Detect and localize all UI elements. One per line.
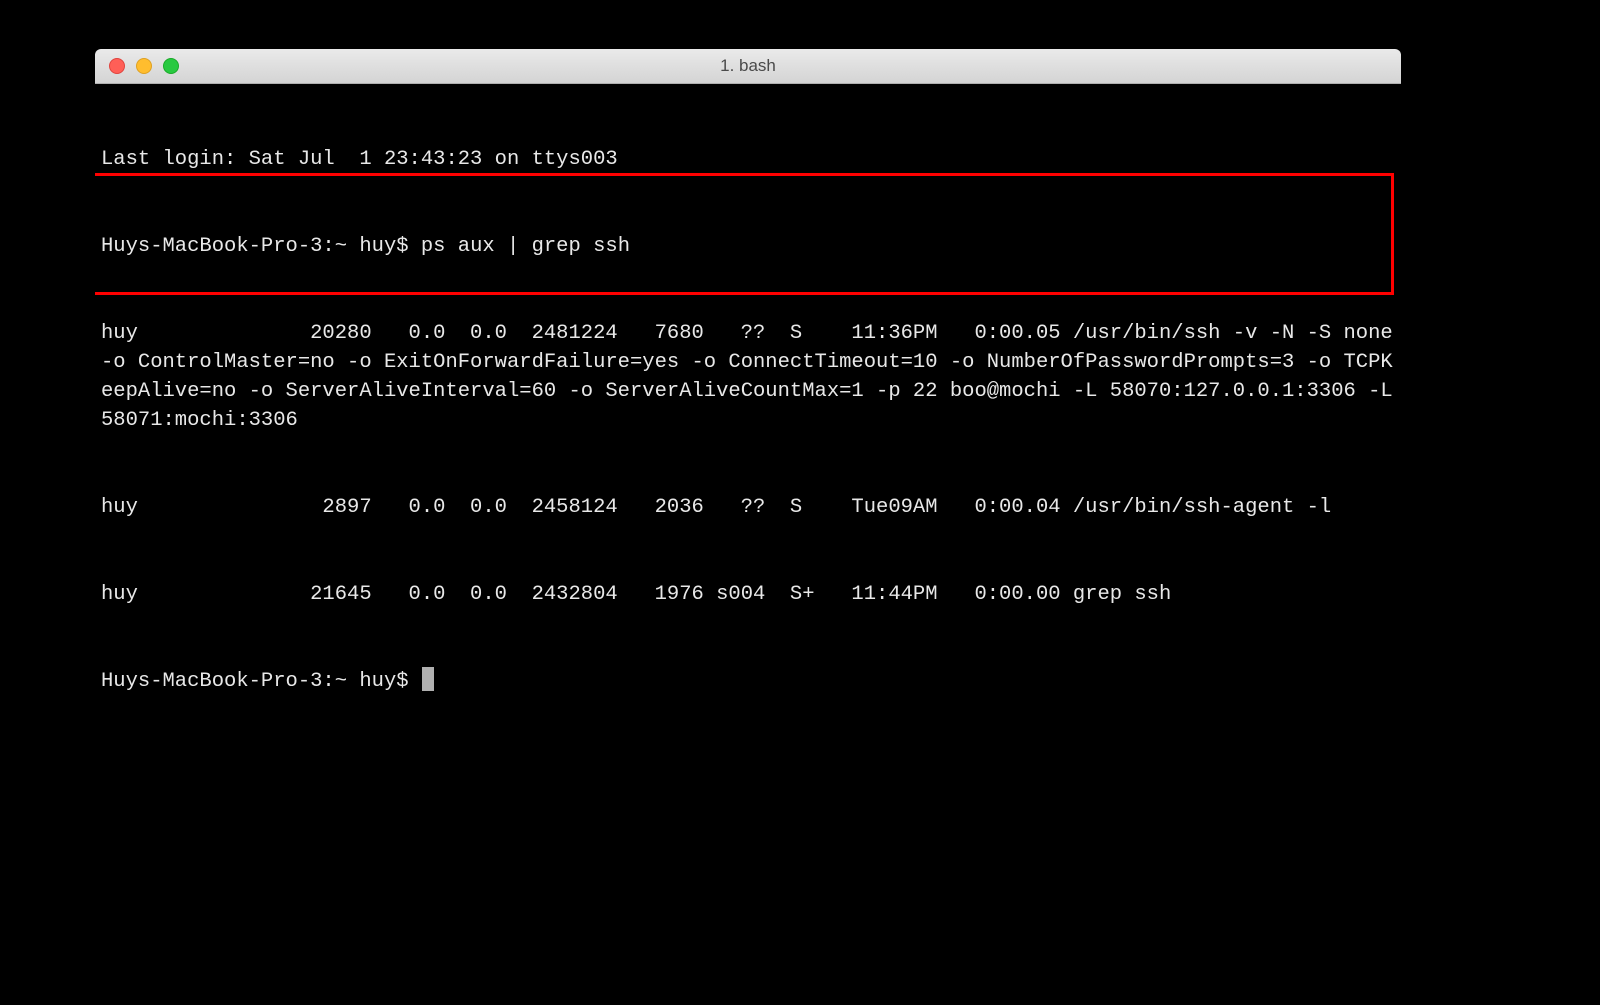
- typed-command: ps aux | grep ssh: [421, 235, 630, 258]
- minimize-icon[interactable]: [136, 58, 152, 74]
- cursor-icon: [422, 667, 434, 691]
- window-title: 1. bash: [95, 56, 1401, 76]
- window-titlebar[interactable]: 1. bash: [95, 49, 1401, 84]
- ps-output-row-2: huy 2897 0.0 0.0 2458124 2036 ?? S Tue09…: [101, 493, 1395, 522]
- command-line-2: Huys-MacBook-Pro-3:~ huy$: [101, 667, 1395, 696]
- last-login-line: Last login: Sat Jul 1 23:43:23 on ttys00…: [101, 145, 1395, 174]
- command-line-1: Huys-MacBook-Pro-3:~ huy$ ps aux | grep …: [101, 232, 1395, 261]
- shell-prompt: Huys-MacBook-Pro-3:~ huy$: [101, 670, 421, 693]
- shell-prompt: Huys-MacBook-Pro-3:~ huy$: [101, 235, 421, 258]
- ps-output-row-3: huy 21645 0.0 0.0 2432804 1976 s004 S+ 1…: [101, 580, 1395, 609]
- maximize-icon[interactable]: [163, 58, 179, 74]
- traffic-lights: [109, 58, 179, 74]
- terminal-body[interactable]: Last login: Sat Jul 1 23:43:23 on ttys00…: [95, 84, 1401, 887]
- terminal-window: 1. bash Last login: Sat Jul 1 23:43:23 o…: [95, 49, 1401, 887]
- close-icon[interactable]: [109, 58, 125, 74]
- ps-output-row-1: huy 20280 0.0 0.0 2481224 7680 ?? S 11:3…: [101, 319, 1395, 435]
